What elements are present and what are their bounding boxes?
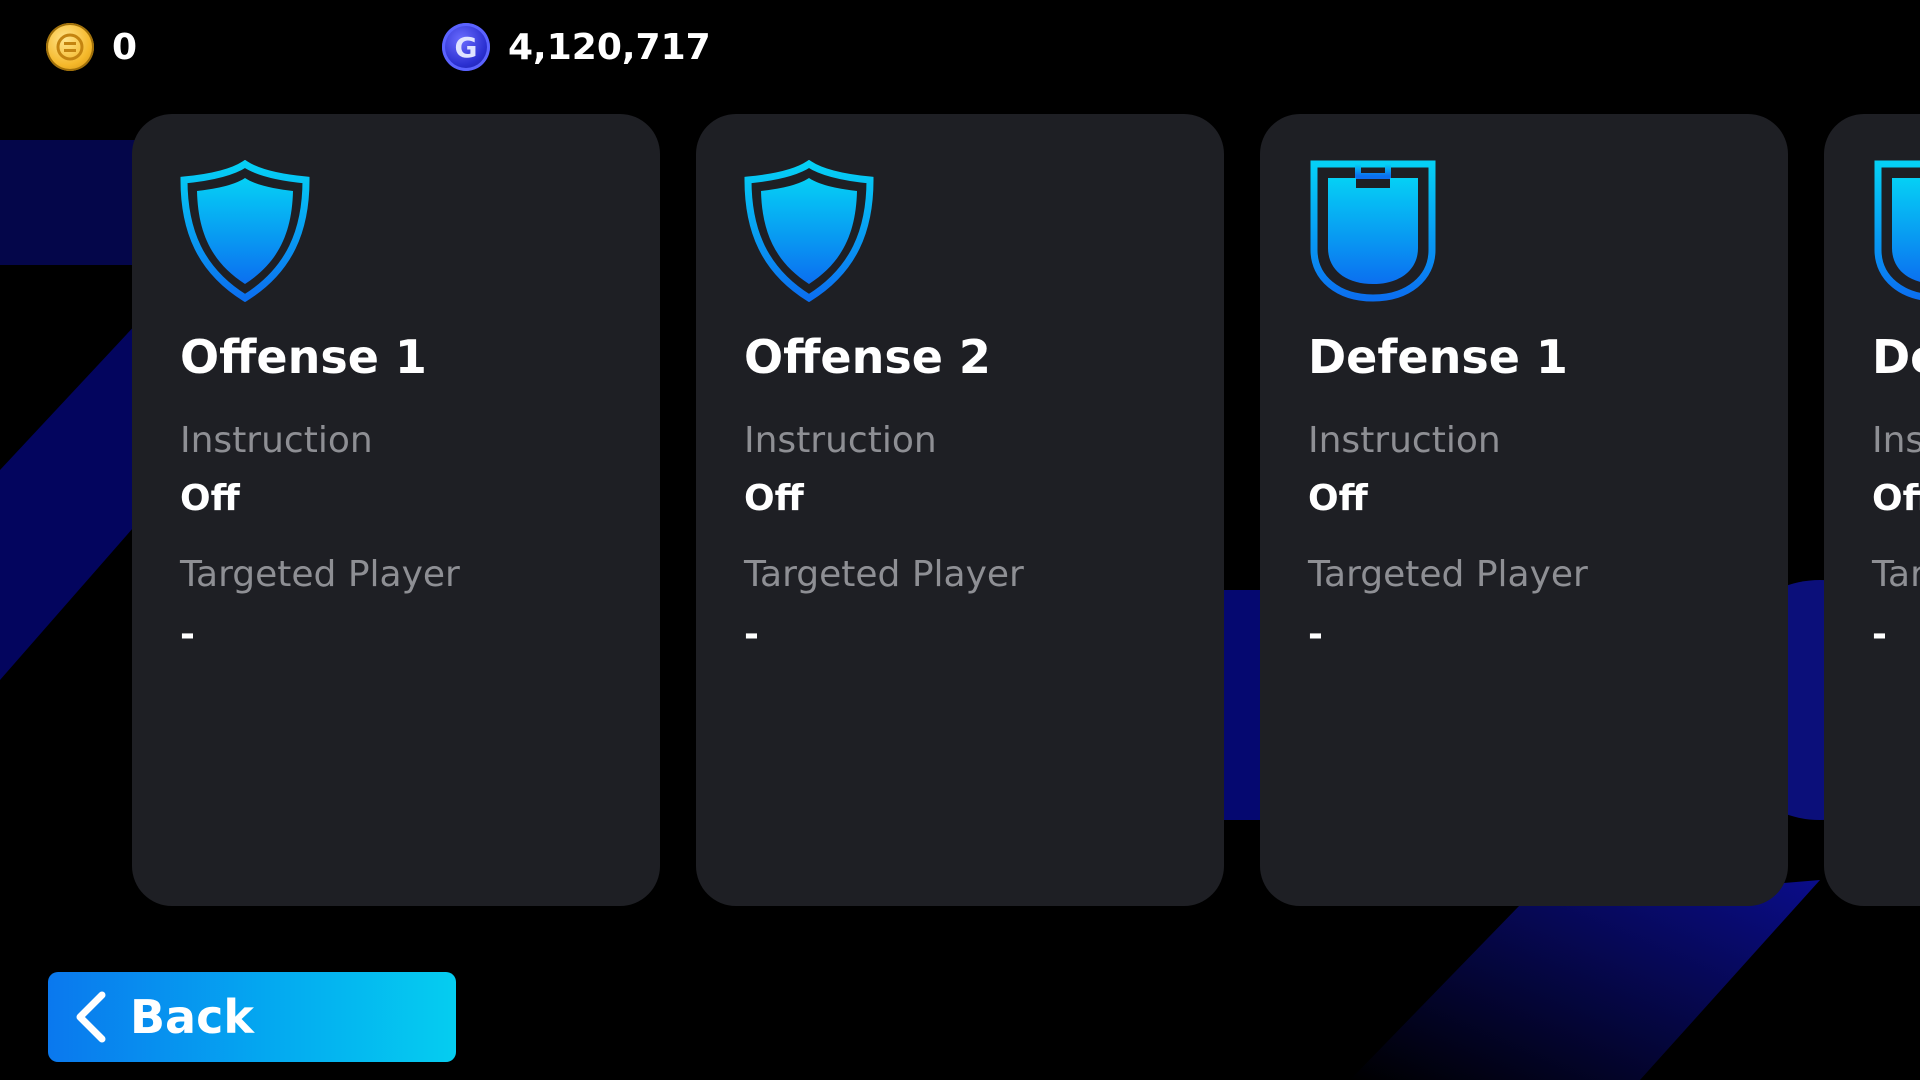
gp-icon: G bbox=[442, 23, 490, 71]
targeted-player-label: Targeted Player bbox=[180, 554, 460, 595]
targeted-player-value: - bbox=[1872, 614, 1887, 655]
targeted-player-value: - bbox=[180, 614, 195, 655]
back-button[interactable]: Back bbox=[48, 972, 456, 1062]
instruction-value: Off bbox=[744, 478, 804, 519]
instruction-value: Off bbox=[180, 478, 240, 519]
gp-glyph: G bbox=[454, 30, 478, 64]
coins-counter: 0 bbox=[46, 22, 137, 72]
targeted-player-label: Targeted Player bbox=[1308, 554, 1588, 595]
shield-icon bbox=[180, 160, 310, 302]
shield-icon bbox=[1874, 160, 1920, 300]
instruction-card-offense-2[interactable]: Offense 2 Instruction Off Targeted Playe… bbox=[696, 114, 1224, 906]
instruction-value: Off bbox=[1308, 478, 1368, 519]
shield-icon bbox=[1310, 160, 1436, 302]
chevron-left-icon bbox=[76, 991, 106, 1043]
instruction-label: Instruction bbox=[744, 420, 937, 461]
instruction-value: Off bbox=[1872, 478, 1920, 519]
instruction-card-defense-2[interactable]: Defense 2 Instruction Off Targeted Playe… bbox=[1824, 114, 1920, 906]
instruction-label: Instruction bbox=[180, 420, 373, 461]
gp-counter: G 4,120,717 bbox=[442, 22, 711, 72]
targeted-player-label: Targeted Player bbox=[1872, 554, 1920, 595]
card-title: Defense 1 bbox=[1308, 330, 1568, 384]
shield-icon bbox=[744, 160, 874, 302]
coins-amount: 0 bbox=[112, 26, 138, 68]
gp-amount: 4,120,717 bbox=[508, 26, 711, 68]
instruction-label: Instruction bbox=[1308, 420, 1501, 461]
coin-icon bbox=[46, 23, 94, 71]
targeted-player-label: Targeted Player bbox=[744, 554, 1024, 595]
instruction-label: Instruction bbox=[1872, 420, 1920, 461]
card-title: Offense 1 bbox=[180, 330, 427, 384]
card-title: Defense 2 bbox=[1872, 330, 1920, 384]
targeted-player-value: - bbox=[1308, 614, 1323, 655]
instruction-card-defense-1[interactable]: Defense 1 Instruction Off Targeted Playe… bbox=[1260, 114, 1788, 906]
card-title: Offense 2 bbox=[744, 330, 991, 384]
back-button-label: Back bbox=[130, 990, 254, 1044]
instruction-card-offense-1[interactable]: Offense 1 Instruction Off Targeted Playe… bbox=[132, 114, 660, 906]
targeted-player-value: - bbox=[744, 614, 759, 655]
